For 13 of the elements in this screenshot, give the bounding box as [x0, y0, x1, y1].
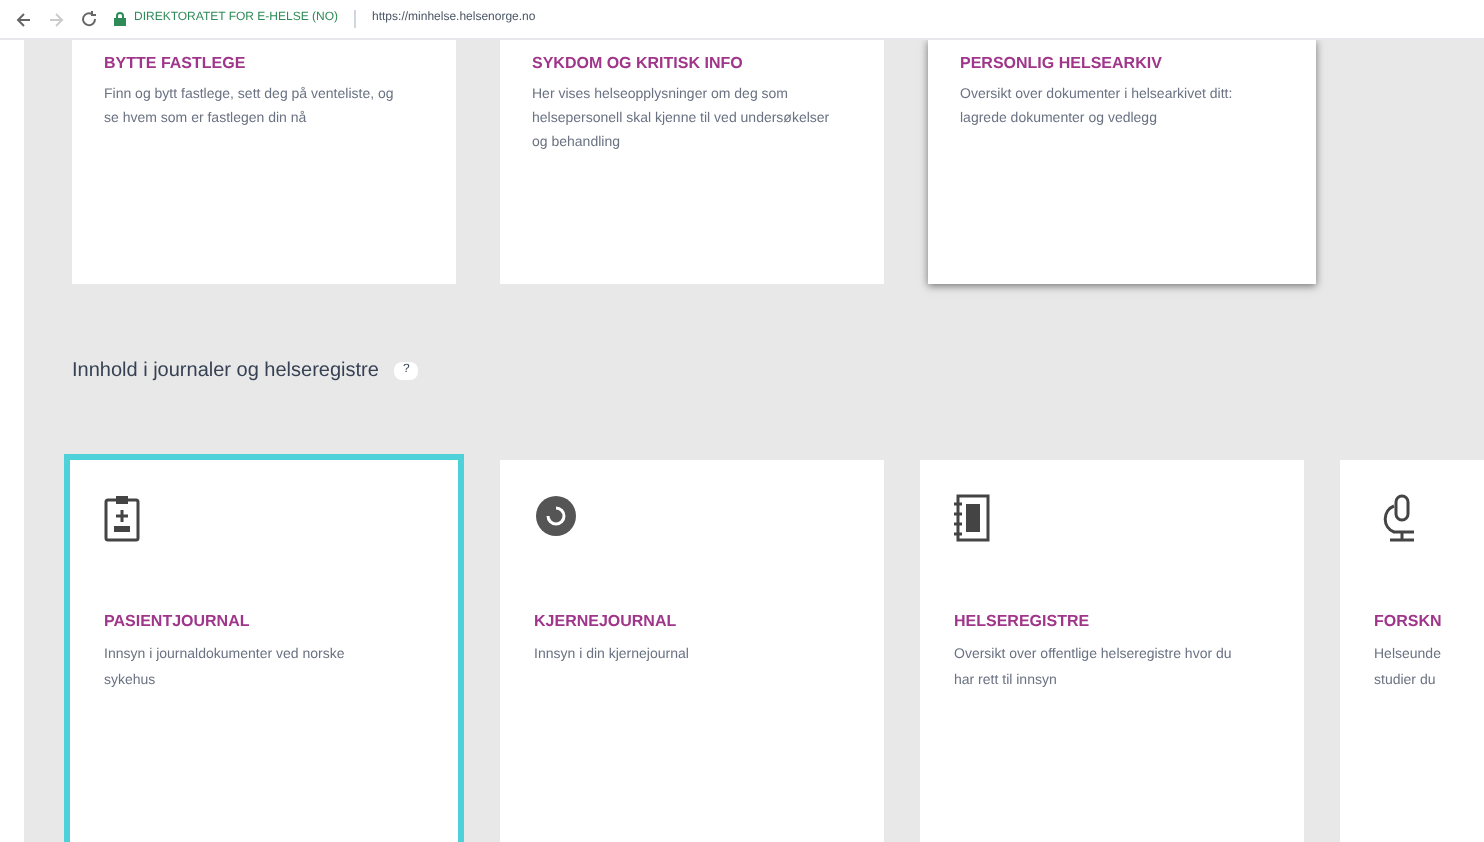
card-title: FORSKN	[1374, 610, 1444, 634]
card-title: PASIENTJOURNAL	[104, 610, 252, 634]
card-title: KJERNEJOURNAL	[534, 610, 679, 634]
reload-icon[interactable]	[80, 10, 98, 28]
lock-icon	[114, 12, 126, 26]
card-title: PERSONLIG HELSEARKIV	[960, 52, 1164, 76]
back-icon[interactable]	[16, 11, 32, 27]
binder-icon	[954, 494, 990, 542]
card-title: HELSEREGISTRE	[954, 610, 1092, 634]
section-heading: Innhold i journaler og helseregistre	[72, 357, 379, 385]
clipboard-icon	[104, 494, 140, 542]
card-title: BYTTE FASTLEGE	[104, 52, 248, 76]
card-title: SYKDOM OG KRITISK INFO	[532, 52, 745, 76]
